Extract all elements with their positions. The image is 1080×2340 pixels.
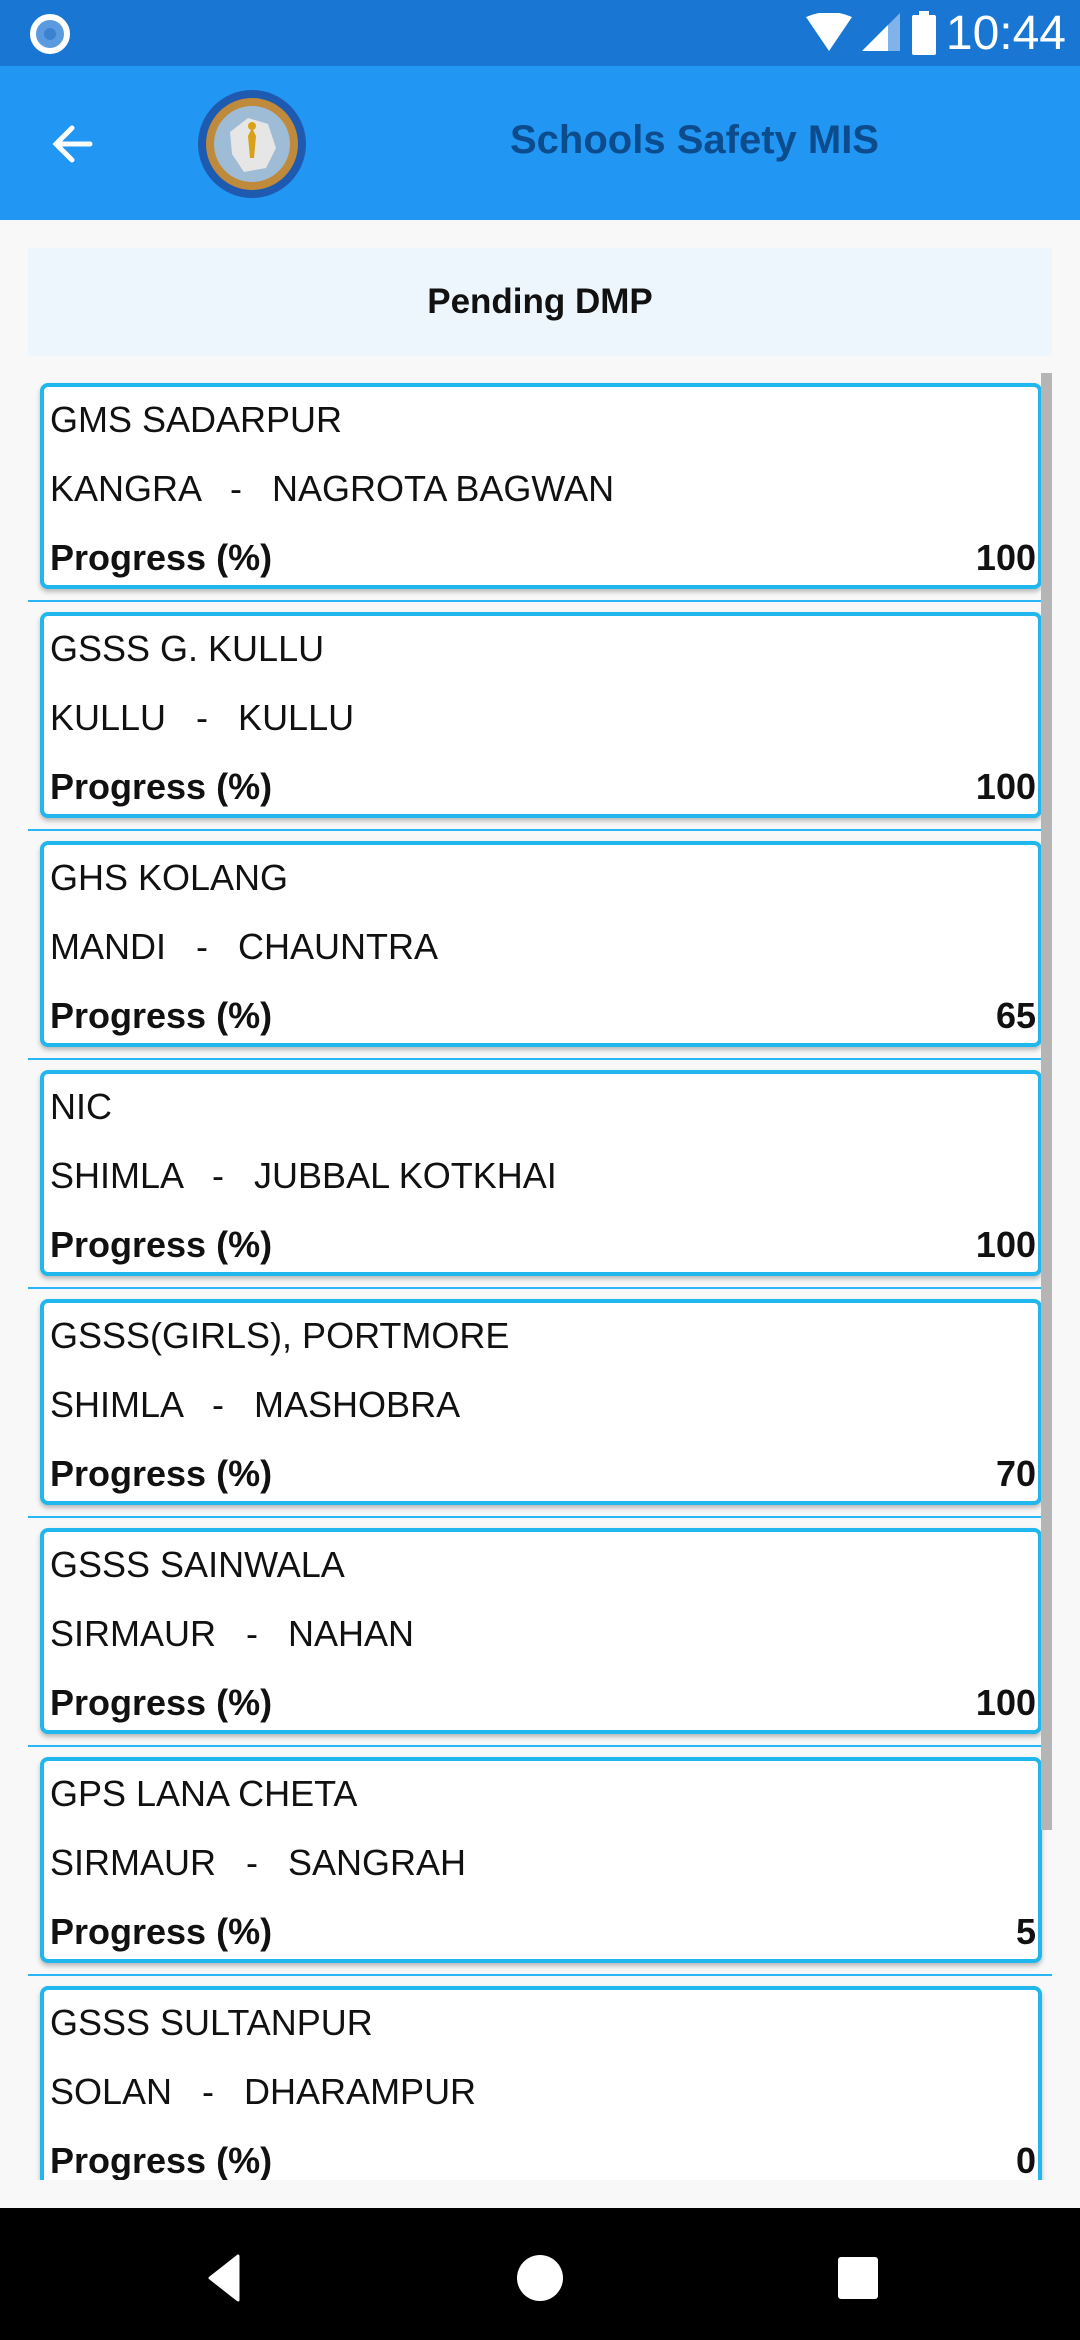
school-name: NIC xyxy=(50,1086,112,1127)
progress-label: Progress (%) xyxy=(50,537,273,578)
list-item: GSSS SAINWALA SIRMAUR - NAHAN Progress (… xyxy=(28,1518,1052,1747)
school-list[interactable]: GMS SADARPUR KANGRA - NAGROTA BAGWAN Pro… xyxy=(28,373,1052,2180)
page-heading-card: Pending DMP xyxy=(28,248,1052,356)
page-heading: Pending DMP xyxy=(427,282,653,321)
list-item: GMS SADARPUR KANGRA - NAGROTA BAGWAN Pro… xyxy=(28,373,1052,602)
progress-value: 100 xyxy=(975,1682,1036,1723)
progress-label: Progress (%) xyxy=(50,995,273,1036)
battery-icon xyxy=(911,11,936,55)
progress-label: Progress (%) xyxy=(50,766,273,807)
school-card[interactable]: GHS KOLANG MANDI - CHAUNTRA Progress (%)… xyxy=(40,841,1042,1047)
progress-label: Progress (%) xyxy=(50,1224,273,1265)
progress-value: 70 xyxy=(995,1453,1036,1494)
school-location: SHIMLA - JUBBAL KOTKHAI xyxy=(50,1155,557,1196)
school-name: GSSS(GIRLS), PORTMORE xyxy=(50,1315,510,1356)
school-card[interactable]: GSSS SULTANPUR SOLAN - DHARAMPUR Progres… xyxy=(40,1986,1042,2180)
progress-value: 65 xyxy=(995,995,1036,1036)
progress-label: Progress (%) xyxy=(50,2140,273,2180)
status-bar: 10:44 xyxy=(0,0,1080,66)
progress-value: 100 xyxy=(975,537,1036,578)
list-item: NIC SHIMLA - JUBBAL KOTKHAI Progress (%)… xyxy=(28,1060,1052,1289)
list-item: GSSS(GIRLS), PORTMORE SHIMLA - MASHOBRA … xyxy=(28,1289,1052,1518)
status-icons: 10:44 xyxy=(805,4,1066,62)
school-location: SIRMAUR - NAHAN xyxy=(50,1613,415,1654)
school-location: KULLU - KULLU xyxy=(50,697,355,738)
list-item: GPS LANA CHETA SIRMAUR - SANGRAH Progres… xyxy=(28,1747,1052,1976)
school-location: KANGRA - NAGROTA BAGWAN xyxy=(50,468,615,509)
back-triangle-icon[interactable] xyxy=(196,2248,256,2308)
signal-icon xyxy=(861,13,900,51)
school-name: GPS LANA CHETA xyxy=(50,1773,358,1814)
school-card[interactable]: NIC SHIMLA - JUBBAL KOTKHAI Progress (%)… xyxy=(40,1070,1042,1276)
school-card[interactable]: GSSS(GIRLS), PORTMORE SHIMLA - MASHOBRA … xyxy=(40,1299,1042,1505)
home-circle-icon[interactable] xyxy=(510,2248,570,2308)
progress-value: 100 xyxy=(975,1224,1036,1265)
app-bar: Schools Safety MIS xyxy=(0,66,1080,220)
progress-value: 5 xyxy=(1015,1911,1036,1952)
school-name: GSSS SAINWALA xyxy=(50,1544,345,1585)
school-name: GHS KOLANG xyxy=(50,857,289,898)
arrow-left-icon[interactable] xyxy=(44,114,104,174)
list-item: GSSS SULTANPUR SOLAN - DHARAMPUR Progres… xyxy=(28,1976,1052,2180)
school-card[interactable]: GMS SADARPUR KANGRA - NAGROTA BAGWAN Pro… xyxy=(40,383,1042,589)
school-card[interactable]: GSSS G. KULLU KULLU - KULLU Progress (%)… xyxy=(40,612,1042,818)
school-name: GSSS SULTANPUR xyxy=(50,2002,373,2043)
hpsdma-logo-icon xyxy=(198,90,306,198)
progress-value: 0 xyxy=(1015,2140,1036,2180)
progress-label: Progress (%) xyxy=(50,1682,273,1723)
school-card[interactable]: GPS LANA CHETA SIRMAUR - SANGRAH Progres… xyxy=(40,1757,1042,1963)
school-name: GMS SADARPUR xyxy=(50,399,343,440)
clock: 10:44 xyxy=(945,6,1066,60)
progress-label: Progress (%) xyxy=(50,1911,273,1952)
school-location: SHIMLA - MASHOBRA xyxy=(50,1384,461,1425)
list-item: GSSS G. KULLU KULLU - KULLU Progress (%)… xyxy=(28,602,1052,831)
school-card[interactable]: GSSS SAINWALA SIRMAUR - NAHAN Progress (… xyxy=(40,1528,1042,1734)
school-location: SOLAN - DHARAMPUR xyxy=(50,2071,477,2112)
school-name: GSSS G. KULLU xyxy=(50,628,325,669)
school-location: MANDI - CHAUNTRA xyxy=(50,926,439,967)
progress-label: Progress (%) xyxy=(50,1453,273,1494)
notification-dot-icon xyxy=(30,14,70,54)
system-nav-bar xyxy=(0,2208,1080,2340)
recents-square-icon[interactable] xyxy=(828,2248,888,2308)
progress-value: 100 xyxy=(975,766,1036,807)
app-title: Schools Safety MIS xyxy=(510,118,879,162)
school-location: SIRMAUR - SANGRAH xyxy=(50,1842,467,1883)
scrollbar[interactable] xyxy=(1041,373,1052,1830)
list-item: GHS KOLANG MANDI - CHAUNTRA Progress (%)… xyxy=(28,831,1052,1060)
wifi-icon xyxy=(805,13,852,51)
